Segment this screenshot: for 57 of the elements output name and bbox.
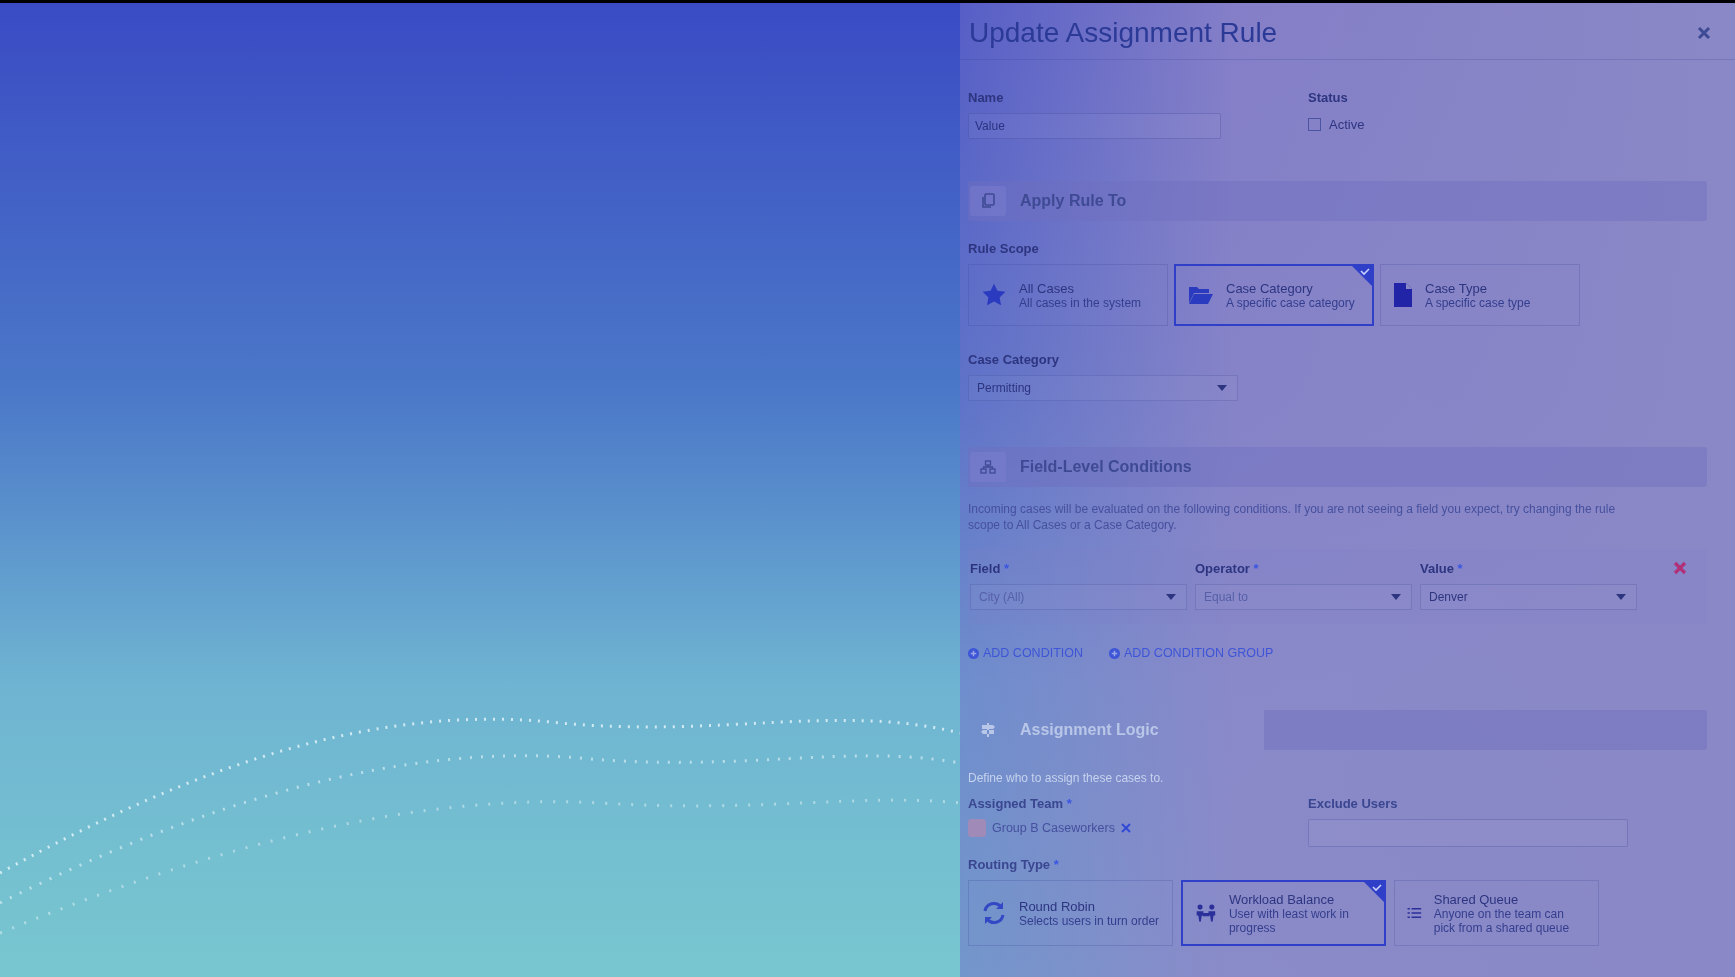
caret-icon bbox=[1166, 594, 1176, 600]
option-description: Selects users in turn order bbox=[1019, 913, 1160, 928]
option-title: Case Category bbox=[1226, 280, 1314, 296]
condition-dropdown[interactable]: Denver bbox=[1420, 584, 1637, 610]
folder-icon bbox=[1188, 284, 1214, 306]
people-icon bbox=[1195, 902, 1217, 924]
close-icon[interactable] bbox=[1697, 26, 1711, 40]
option-description: User with least work in progress bbox=[1228, 906, 1350, 935]
field-label: Case Category bbox=[968, 352, 1061, 367]
caret-icon bbox=[1217, 385, 1227, 391]
copy-icon bbox=[970, 186, 1006, 216]
option-title: All Cases bbox=[1019, 280, 1075, 296]
star-icon bbox=[981, 282, 1007, 308]
document-icon bbox=[1393, 282, 1413, 308]
field-label: Assigned Team * bbox=[968, 796, 1073, 811]
add-link[interactable]: ADD CONDITION GROUP bbox=[1109, 646, 1274, 660]
option-title: Shared Queue bbox=[1433, 891, 1520, 907]
field-label: Value * bbox=[1420, 561, 1464, 576]
option-description: Anyone on the team can pick from a shared queue bbox=[1433, 906, 1571, 935]
field-label: Name bbox=[968, 90, 1005, 105]
section-title: Assignment Logic bbox=[1020, 721, 1159, 739]
option-description: A specific case type bbox=[1425, 295, 1531, 310]
section-description: Define who to assign these cases to. bbox=[968, 770, 1165, 786]
scope-option-card[interactable]: Case Type A specific case type bbox=[1380, 264, 1580, 326]
routing-option-card[interactable]: Shared Queue Anyone on the team can pick from a shared queue bbox=[1394, 880, 1599, 946]
checkmark-corner-icon bbox=[1352, 266, 1372, 286]
checkmark-corner-icon bbox=[1364, 882, 1384, 902]
field-label: Field * bbox=[970, 561, 1010, 576]
routing-option-card[interactable]: Workload Balance User with least work in progress bbox=[1181, 880, 1386, 946]
plus-circle-icon bbox=[968, 647, 979, 659]
scope-option-card[interactable]: All Cases All cases in the system bbox=[968, 264, 1168, 326]
field-label: Rule Scope bbox=[968, 241, 1040, 256]
remove-icon[interactable] bbox=[1673, 561, 1687, 575]
field-label: Status bbox=[1308, 90, 1349, 105]
category-dropdown[interactable]: Permitting bbox=[968, 375, 1238, 401]
option-title: Case Type bbox=[1425, 280, 1488, 296]
scope-option-card[interactable]: Case Category A specific case category bbox=[1174, 264, 1374, 326]
option-description: All cases in the system bbox=[1019, 295, 1142, 310]
exclude-users-field[interactable] bbox=[1308, 819, 1628, 847]
option-title: Workload Balance bbox=[1228, 891, 1336, 907]
refresh-icon bbox=[981, 900, 1007, 926]
caret-icon bbox=[1616, 594, 1626, 600]
dialog-title: Update Assignment Rule bbox=[969, 17, 1278, 49]
checkbox[interactable] bbox=[1308, 118, 1321, 131]
plus-circle-icon bbox=[1109, 647, 1120, 659]
caret-icon bbox=[1391, 594, 1401, 600]
field-label: Routing Type * bbox=[968, 857, 1060, 872]
remove-icon[interactable] bbox=[1120, 823, 1131, 833]
option-description: A specific case category bbox=[1226, 295, 1355, 310]
option-title: Round Robin bbox=[1019, 898, 1096, 914]
routing-option-card[interactable]: Round Robin Selects users in turn order bbox=[968, 880, 1173, 946]
team-avatar-icon bbox=[968, 819, 986, 837]
field-label: Exclude Users bbox=[1308, 796, 1399, 811]
checkbox-label: Active bbox=[1329, 117, 1365, 132]
team-name: Group B Caseworkers bbox=[992, 821, 1115, 835]
sitemap-icon bbox=[970, 452, 1006, 482]
field-label: Operator * bbox=[1195, 561, 1260, 576]
